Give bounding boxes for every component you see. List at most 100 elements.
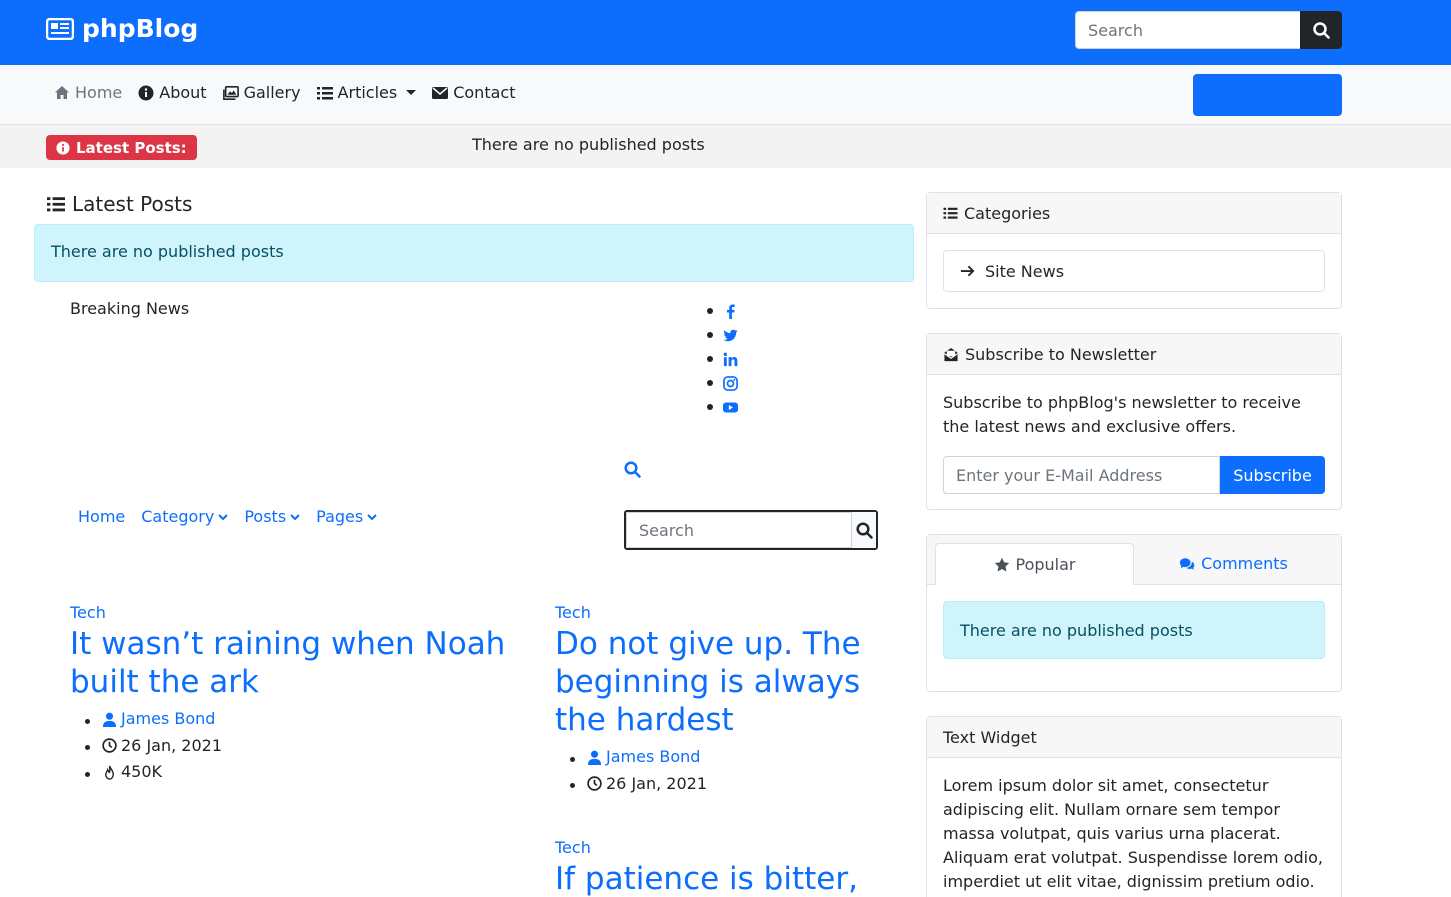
newsletter-form: Subscribe xyxy=(943,456,1325,494)
instagram-icon[interactable] xyxy=(723,375,738,391)
comments-icon xyxy=(1180,557,1195,570)
post-author-link[interactable]: James Bond xyxy=(606,745,700,769)
newsletter-card: Subscribe to Newsletter Subscribe to php… xyxy=(926,333,1342,510)
main-navbar: Home About Gallery Articles Contact xyxy=(0,65,1451,125)
newsletter-text: Subscribe to phpBlog's newsletter to rec… xyxy=(943,393,1301,436)
subnav-pages[interactable]: Pages xyxy=(316,507,377,526)
caret-down-icon xyxy=(406,90,417,95)
chevron-down-icon xyxy=(367,513,377,520)
youtube-icon[interactable] xyxy=(723,400,738,415)
nav-articles-dropdown[interactable]: Articles xyxy=(316,83,417,102)
categories-title: Categories xyxy=(964,203,1051,223)
user-icon xyxy=(587,750,602,765)
card-header: Text Widget xyxy=(927,717,1341,758)
post-category-link[interactable]: Tech xyxy=(555,603,591,622)
linkedin-icon[interactable] xyxy=(723,352,738,367)
chevron-down-icon xyxy=(218,513,229,520)
latest-posts-heading: Latest Posts xyxy=(46,192,192,216)
nav-action-button[interactable] xyxy=(1193,74,1342,116)
nav-home-label: Home xyxy=(75,83,123,102)
subnav-posts-label: Posts xyxy=(244,507,287,526)
arrow-right-icon xyxy=(960,265,975,277)
newspaper-icon xyxy=(46,17,74,40)
subnav-pages-label: Pages xyxy=(316,507,364,526)
popular-comments-card: Popular Comments There are no published … xyxy=(926,534,1342,692)
post-title-link[interactable]: If patience is bitter, xyxy=(555,861,858,897)
social-links xyxy=(707,299,738,419)
envelope-icon xyxy=(432,86,449,99)
post-title-link[interactable]: Do not give up. The beginning is always … xyxy=(555,626,861,738)
info-circle-icon xyxy=(138,85,154,100)
card-header: Categories xyxy=(927,193,1341,234)
home-icon xyxy=(55,85,69,99)
nav-about[interactable]: About xyxy=(138,83,207,102)
post-date: 26 Jan, 2021 xyxy=(606,773,707,793)
no-posts-alert: There are no published posts xyxy=(34,224,914,282)
subnav-home[interactable]: Home xyxy=(78,507,125,526)
nav-articles-label: Articles xyxy=(337,83,398,102)
social-item xyxy=(707,299,738,323)
fire-icon xyxy=(105,765,114,780)
ticker-badge-label: Latest Posts: xyxy=(76,138,187,157)
social-item xyxy=(707,371,738,395)
secondary-nav: Home Category Posts Pages xyxy=(78,507,377,526)
card-header: Subscribe to Newsletter xyxy=(927,334,1341,375)
categories-card: Categories Site News xyxy=(926,192,1342,309)
tab-list: Popular Comments xyxy=(927,535,1341,585)
email-field[interactable] xyxy=(943,456,1220,494)
chevron-down-icon xyxy=(290,513,300,520)
ticker-text: There are no published posts xyxy=(472,135,705,154)
subnav-home-label: Home xyxy=(78,507,126,526)
tab-comments[interactable]: Comments xyxy=(1134,543,1333,584)
secondary-search-button[interactable] xyxy=(852,512,876,548)
facebook-icon[interactable] xyxy=(723,303,738,319)
brand-logo[interactable]: phpBlog xyxy=(46,14,198,43)
popular-no-posts-alert: There are no published posts xyxy=(943,601,1325,659)
post-card: Tech It wasn’t raining when Noah built t… xyxy=(70,603,530,787)
star-icon xyxy=(994,557,1009,571)
subnav-category-label: Category xyxy=(141,507,215,526)
tab-popular[interactable]: Popular xyxy=(935,543,1134,585)
category-item-site-news[interactable]: Site News xyxy=(943,250,1325,292)
subnav-posts[interactable]: Posts xyxy=(244,507,300,526)
post-card: Tech If patience is bitter, xyxy=(555,838,890,897)
post-author-link[interactable]: James Bond xyxy=(121,707,215,731)
post-views: 450K xyxy=(121,762,163,781)
text-widget-body: Lorem ipsum dolor sit amet, consectetur … xyxy=(943,776,1323,891)
social-item xyxy=(707,395,738,419)
nav-about-label: About xyxy=(159,83,207,102)
header-search-button[interactable] xyxy=(1300,11,1342,49)
secondary-search-input[interactable] xyxy=(626,512,852,548)
post-meta: James Bond 26 Jan, 2021 xyxy=(587,745,890,798)
category-item-label: Site News xyxy=(985,261,1065,281)
tab-comments-label: Comments xyxy=(1201,554,1288,573)
search-icon[interactable] xyxy=(624,461,641,478)
post-title-link[interactable]: It wasn’t raining when Noah built the ar… xyxy=(70,626,505,700)
nav-gallery-label: Gallery xyxy=(243,83,301,102)
subnav-category[interactable]: Category xyxy=(141,507,229,526)
latest-posts-ticker: Latest Posts: There are no published pos… xyxy=(0,125,1451,168)
images-icon xyxy=(222,85,239,100)
nav-contact[interactable]: Contact xyxy=(432,83,515,102)
nav-home[interactable]: Home xyxy=(54,83,122,102)
nav-gallery[interactable]: Gallery xyxy=(222,83,301,102)
search-icon xyxy=(1312,21,1330,39)
envelope-open-icon xyxy=(944,347,958,361)
nav-contact-label: Contact xyxy=(453,83,516,102)
twitter-icon[interactable] xyxy=(723,328,738,343)
list-icon xyxy=(943,207,958,219)
post-date: 26 Jan, 2021 xyxy=(121,735,222,755)
newsletter-title: Subscribe to Newsletter xyxy=(965,344,1157,364)
social-item xyxy=(707,347,738,371)
post-category-link[interactable]: Tech xyxy=(555,838,591,857)
ticker-badge: Latest Posts: xyxy=(46,135,197,160)
search-icon xyxy=(855,521,873,539)
subscribe-button[interactable]: Subscribe xyxy=(1220,456,1325,494)
list-icon xyxy=(316,86,333,99)
list-icon xyxy=(47,197,65,212)
secondary-search xyxy=(624,510,878,550)
header-search-input[interactable] xyxy=(1075,11,1300,49)
latest-posts-title: Latest Posts xyxy=(72,192,193,216)
clock-icon xyxy=(102,738,117,753)
post-category-link[interactable]: Tech xyxy=(70,603,106,622)
